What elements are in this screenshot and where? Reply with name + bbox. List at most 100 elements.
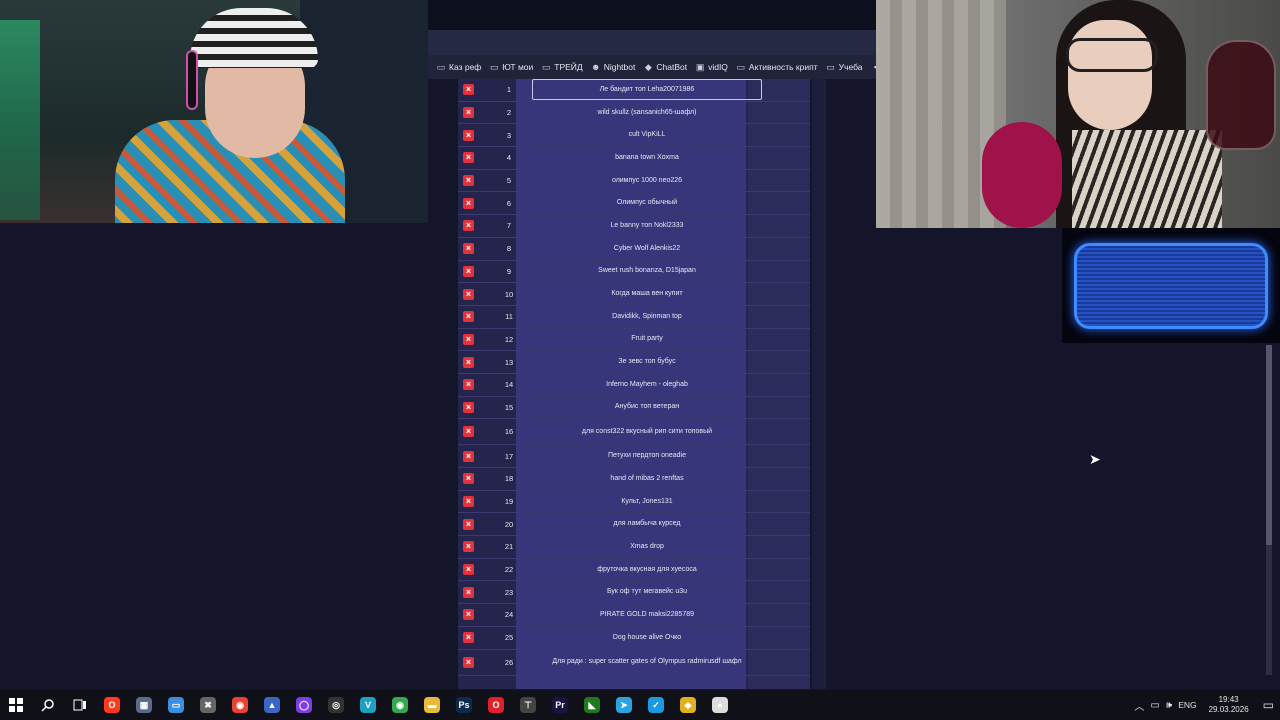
- taskbar-app-button[interactable]: ◉: [224, 690, 256, 720]
- delete-row-button[interactable]: ×: [463, 518, 474, 530]
- row-name-cell[interactable]: cult VipKiLL: [532, 131, 762, 139]
- search-icon: [41, 699, 54, 712]
- scroll-thumb[interactable]: [1266, 345, 1272, 545]
- delete-row-button[interactable]: ×: [463, 333, 474, 345]
- taskbar-app-button[interactable]: ▭: [160, 690, 192, 720]
- delete-row-button[interactable]: ×: [463, 243, 474, 255]
- search-button[interactable]: [32, 690, 64, 720]
- row-number: 2: [506, 108, 512, 118]
- taskbar-app-button[interactable]: ◉: [384, 690, 416, 720]
- bookmark-item[interactable]: ▭ Учеба: [822, 62, 867, 73]
- delete-row-button[interactable]: ×: [463, 450, 474, 462]
- taskbar-app-button[interactable]: O: [96, 690, 128, 720]
- volume-icon[interactable]: 🕪: [1166, 700, 1172, 711]
- row-name-cell[interactable]: Cyber Wolf Alenkis22: [532, 245, 762, 253]
- bookmark-item[interactable]: ▭ ТРЕЙД: [537, 62, 586, 73]
- bookmark-item[interactable]: ▪Di: [866, 62, 876, 72]
- row-name-cell[interactable]: Культ, Jones131: [532, 498, 762, 506]
- bookmark-item[interactable]: ◆ ChatBot: [639, 62, 691, 73]
- row-name-cell[interactable]: Inferno Mayhem - oleghab: [532, 381, 762, 389]
- row-name-cell[interactable]: Для ради : super scatter gates of Olympu…: [532, 658, 762, 666]
- row-name-cell[interactable]: PIRATE GOLD maksi2285789: [532, 611, 762, 619]
- row-name-cell[interactable]: Анубис топ ветеран: [532, 403, 762, 411]
- taskbar-app-button[interactable]: ⊤: [512, 690, 544, 720]
- delete-row-button[interactable]: ×: [463, 311, 474, 323]
- taskbar-app-button[interactable]: ◆: [672, 690, 704, 720]
- delete-row-button[interactable]: ×: [463, 586, 474, 598]
- row-name-cell[interactable]: Sweet rush bonanza, D15japan: [532, 267, 762, 275]
- app-icon: ●: [712, 697, 728, 713]
- taskbar-app-button[interactable]: ◣: [576, 690, 608, 720]
- delete-row-button[interactable]: ×: [463, 656, 474, 668]
- row-name-cell[interactable]: Когда маша вен купит: [532, 290, 762, 298]
- delete-row-button[interactable]: ×: [463, 609, 474, 621]
- row-name-cell[interactable]: Le banny топ Nokl2333: [532, 222, 762, 230]
- delete-row-button[interactable]: ×: [463, 379, 474, 391]
- row-name-cell[interactable]: олимпус 1000 neo226: [532, 177, 762, 185]
- row-name-cell[interactable]: Олимпус обычный: [532, 199, 762, 207]
- delete-row-button[interactable]: ×: [463, 107, 474, 119]
- row-name-cell[interactable]: Ле бандит топ Leha20071986: [532, 79, 762, 101]
- folder-icon: ▭: [490, 61, 499, 72]
- taskbar-app-button[interactable]: O: [480, 690, 512, 720]
- taskbar-app-button[interactable]: ✓: [640, 690, 672, 720]
- taskbar-app-button[interactable]: ◯: [288, 690, 320, 720]
- delete-row-button[interactable]: ×: [463, 175, 474, 187]
- delete-row-button[interactable]: ×: [463, 265, 474, 277]
- taskbar-app-button[interactable]: Ps: [448, 690, 480, 720]
- row-name-cell[interactable]: для const322 вкусный рип сити топовый: [532, 428, 762, 436]
- taskbar-app-button[interactable]: ▦: [128, 690, 160, 720]
- row-name-cell[interactable]: wild skullz (sansanich65-шафл): [532, 109, 762, 117]
- delete-row-button[interactable]: ×: [463, 356, 474, 368]
- row-name-cell[interactable]: фруточка вкусная для хуесоса: [532, 566, 762, 574]
- table-row: × 13 Зе зевс топ бубус: [458, 351, 810, 374]
- bookmark-item[interactable]: ▭ ЮТ мои: [485, 62, 537, 73]
- delete-row-button[interactable]: ×: [463, 541, 474, 553]
- bookmark-item[interactable]: ▣ vidIQ: [691, 62, 732, 73]
- delete-row-button[interactable]: ×: [463, 220, 474, 232]
- bonus-list-page: × 1 Ле бандит топ Leha20071986 × 2 wild skull…: [428, 79, 876, 689]
- network-icon[interactable]: ▭: [1150, 700, 1159, 711]
- clock[interactable]: 19:43 29.03.2026: [1209, 695, 1249, 715]
- delete-row-button[interactable]: ×: [463, 129, 474, 141]
- delete-row-button[interactable]: ×: [463, 401, 474, 413]
- row-name-cell[interactable]: Xmas drop: [532, 543, 762, 551]
- taskbar-app-button[interactable]: V: [352, 690, 384, 720]
- row-name-cell[interactable]: для ламбыча курсед: [532, 520, 762, 528]
- row-name-cell[interactable]: banana town Xoxma: [532, 154, 762, 162]
- row-name-cell[interactable]: Davidikk, Spinman top: [532, 313, 762, 321]
- taskbar-app-button[interactable]: ▲: [256, 690, 288, 720]
- row-name-cell[interactable]: Fruit party: [532, 335, 762, 343]
- taskbar-app-button[interactable]: ✖: [192, 690, 224, 720]
- notification-icon[interactable]: ▭: [1263, 698, 1274, 712]
- bookmark-item[interactable]: ☻ Nightbot: [587, 62, 640, 72]
- start-button[interactable]: [0, 690, 32, 720]
- delete-row-button[interactable]: ×: [463, 473, 474, 485]
- language-indicator[interactable]: ENG: [1178, 700, 1196, 710]
- delete-row-button[interactable]: ×: [463, 152, 474, 164]
- page-scrollbar[interactable]: [1266, 345, 1272, 675]
- row-name-cell[interactable]: Бук оф тут мегавейс u3u: [532, 588, 762, 596]
- delete-row-button[interactable]: ×: [463, 632, 474, 644]
- row-name-cell[interactable]: Зе зевс топ бубус: [532, 358, 762, 366]
- bookmark-item[interactable]: ▭ Активность крипт: [732, 62, 822, 73]
- folder-icon: ▭: [542, 61, 551, 72]
- delete-row-button[interactable]: ×: [463, 197, 474, 209]
- delete-row-button[interactable]: ×: [463, 426, 474, 438]
- bookmark-item[interactable]: ▭ Каз реф: [432, 62, 485, 73]
- delete-row-button[interactable]: ×: [463, 496, 474, 508]
- row-number: 9: [506, 266, 512, 276]
- taskbar-app-button[interactable]: ●: [704, 690, 736, 720]
- delete-row-button[interactable]: ×: [463, 288, 474, 300]
- taskbar-app-button[interactable]: Pr: [544, 690, 576, 720]
- taskbar-app-button[interactable]: ➤: [608, 690, 640, 720]
- row-name-cell[interactable]: Dog house alive Очко: [532, 634, 762, 642]
- chevron-up-icon[interactable]: ︿: [1134, 698, 1144, 713]
- taskbar-app-button[interactable]: ◎: [320, 690, 352, 720]
- delete-row-button[interactable]: ×: [463, 564, 474, 576]
- taskbar-app-button[interactable]: ▬: [416, 690, 448, 720]
- task-view-button[interactable]: [64, 690, 96, 720]
- row-name-cell[interactable]: Петухи пердтоп oneadie: [532, 452, 762, 460]
- row-name-cell[interactable]: hand of mibas 2 renftas: [532, 475, 762, 483]
- delete-row-button[interactable]: ×: [463, 84, 474, 96]
